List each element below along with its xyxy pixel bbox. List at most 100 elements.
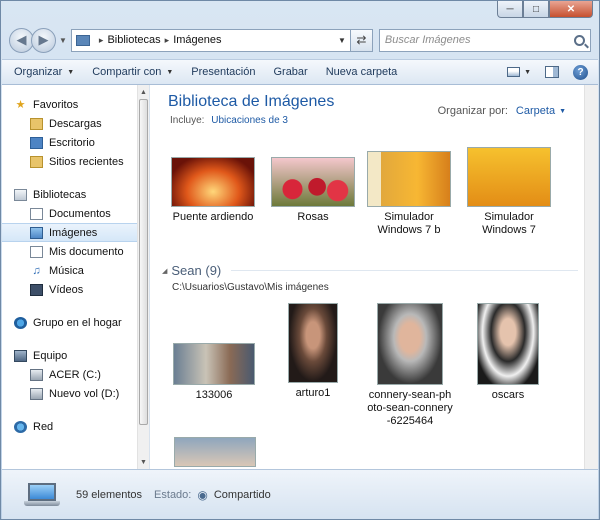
address-dropdown[interactable]: ▼ [334,36,350,45]
chevron-down-icon: ▼ [166,68,174,76]
command-bar: Organizar ▼ Compartir con ▼ Presentación G… [2,59,598,85]
content-area: ★ Favoritos Descargas Escritorio Sitios … [2,85,598,469]
search-icon[interactable] [574,34,585,46]
sidebar-item-homegroup[interactable]: Grupo en el hogar [2,313,149,332]
hard-drive-icon [30,387,43,400]
sidebar-item-favorites[interactable]: ★ Favoritos [2,95,149,114]
file-name-line2: Windows 7 [482,224,536,236]
address-bar[interactable]: ▸ Bibliotecas ▸ Imágenes ▼ [70,28,351,52]
includes-locations-link[interactable]: Ubicaciones de 3 [211,115,288,126]
file-thumbnail[interactable]: arturo1 [278,303,348,400]
video-icon [30,283,43,296]
file-thumbnail[interactable]: 133006 [170,343,258,402]
breadcrumb-separator[interactable]: ▸ [165,35,170,46]
recent-pages-dropdown[interactable]: ▼ [59,36,67,45]
file-list-scrollbar[interactable] [584,85,598,469]
sidebar-item-music[interactable]: ♫ Música [2,261,149,280]
sidebar-item-drive-c[interactable]: ACER (C:) [2,365,149,384]
group-title: Sean (9) [171,263,222,278]
refresh-button[interactable]: ⇄ [350,28,373,52]
sidebar-item-desktop[interactable]: Escritorio [2,133,149,152]
breadcrumb-separator[interactable]: ▸ [99,35,104,46]
file-name: Puente ardiendo [172,211,254,223]
group-divider [231,270,578,271]
sidebar-item-label: Escritorio [49,136,95,149]
sidebar-item-label: Equipo [33,349,68,362]
breadcrumb-bibliotecas[interactable]: Bibliotecas [107,34,160,46]
navigation-scrollbar[interactable]: ▲ ▼ [137,85,149,469]
file-thumbnail[interactable]: Simulador Windows 7 [464,147,554,237]
portrait-image [288,303,338,383]
sidebar-item-downloads[interactable]: Descargas [2,114,149,133]
library-icon [75,34,90,46]
chevron-down-icon[interactable]: ▼ [559,108,566,115]
search-input[interactable] [384,34,574,46]
file-thumbnail[interactable]: connery-sean-ph oto-sean-connery -622546… [360,303,460,428]
sidebar-item-pictures[interactable]: Imágenes [2,223,149,242]
sidebar-item-label: Vídeos [49,283,84,296]
item-count: 59 elementos [76,488,143,501]
burning-bridge-image [171,157,255,207]
forward-button[interactable]: ▶ [31,27,56,53]
new-folder-button[interactable]: Nueva carpeta [326,66,398,78]
explorer-window: ─ □ ✕ ◀ ▶ ▼ ▸ Bibliotecas ▸ Imágenes ▼ ⇄… [0,0,600,520]
sidebar-item-label: Sitios recientes [49,155,124,168]
breadcrumb-imagenes[interactable]: Imágenes [173,34,221,46]
laptop-icon [24,482,60,507]
sidebar-item-network[interactable]: Red [2,417,149,436]
scroll-up-arrow[interactable]: ▲ [138,85,149,99]
sidebar-item-label: Música [49,264,84,277]
sidebar-item-videos[interactable]: Vídeos [2,280,149,299]
new-folder-label: Nueva carpeta [325,66,398,78]
sidebar-item-libraries[interactable]: Bibliotecas [2,185,149,204]
group-header-sean[interactable]: ◢ Sean (9) [162,263,578,278]
file-thumbnail[interactable] [170,437,260,469]
laptop-screen [28,482,56,501]
preview-pane-icon[interactable] [545,66,559,78]
file-thumbnail[interactable]: Puente ardiendo [168,157,258,224]
desktop-icon [30,136,43,149]
sidebar-item-documents[interactable]: Documentos [2,204,149,223]
scrollbar-thumb[interactable] [139,99,148,425]
collapse-triangle-icon[interactable]: ◢ [162,267,167,275]
library-includes: Incluye: Ubicaciones de 3 [170,115,288,126]
sidebar-item-drive-d[interactable]: Nuevo vol (D:) [2,384,149,403]
file-name: 133006 [195,389,233,401]
view-controls: ▼ ? [507,64,598,80]
burn-button[interactable]: Grabar [273,66,307,78]
simulator-screenshot-image [467,147,551,207]
sidebar-item-computer[interactable]: Equipo [2,346,149,365]
view-icon[interactable] [507,67,521,77]
arrange-by-dropdown[interactable]: Carpeta [516,105,555,117]
roses-image [271,157,355,207]
minimize-button[interactable]: ─ [497,1,523,18]
slideshow-button[interactable]: Presentación [191,66,255,78]
file-thumbnail[interactable]: Simulador Windows 7 b [364,151,454,237]
file-thumbnail[interactable]: oscars [468,303,548,402]
libraries-icon [14,188,27,201]
file-thumbnail[interactable]: Rosas [268,157,358,224]
view-options-dropdown[interactable]: ▼ [524,69,531,76]
sidebar-item-my-documents[interactable]: Mis documento [2,242,149,261]
sidebar-item-label: Documentos [49,207,111,220]
file-name: connery-sean-ph [368,389,452,401]
close-button[interactable]: ✕ [549,1,593,18]
maximize-button[interactable]: □ [523,1,549,18]
help-icon[interactable]: ? [573,64,588,80]
shared-users-icon: ◉ [197,487,208,502]
organize-button[interactable]: Organizar ▼ [14,66,74,78]
laptop-base [24,500,60,506]
scroll-down-arrow[interactable]: ▼ [138,455,149,469]
chevron-down-icon: ▼ [67,68,75,76]
network-icon [14,420,27,433]
share-button[interactable]: Compartir con ▼ [92,66,173,78]
state-label: Estado: [154,488,192,501]
file-name: arturo1 [295,387,331,399]
sidebar-item-label: ACER (C:) [49,368,101,381]
slideshow-label: Presentación [191,66,256,78]
group-path: C:\Usuarios\Gustavo\Mis imágenes [172,282,329,293]
sidebar-item-recent-places[interactable]: Sitios recientes [2,152,149,171]
